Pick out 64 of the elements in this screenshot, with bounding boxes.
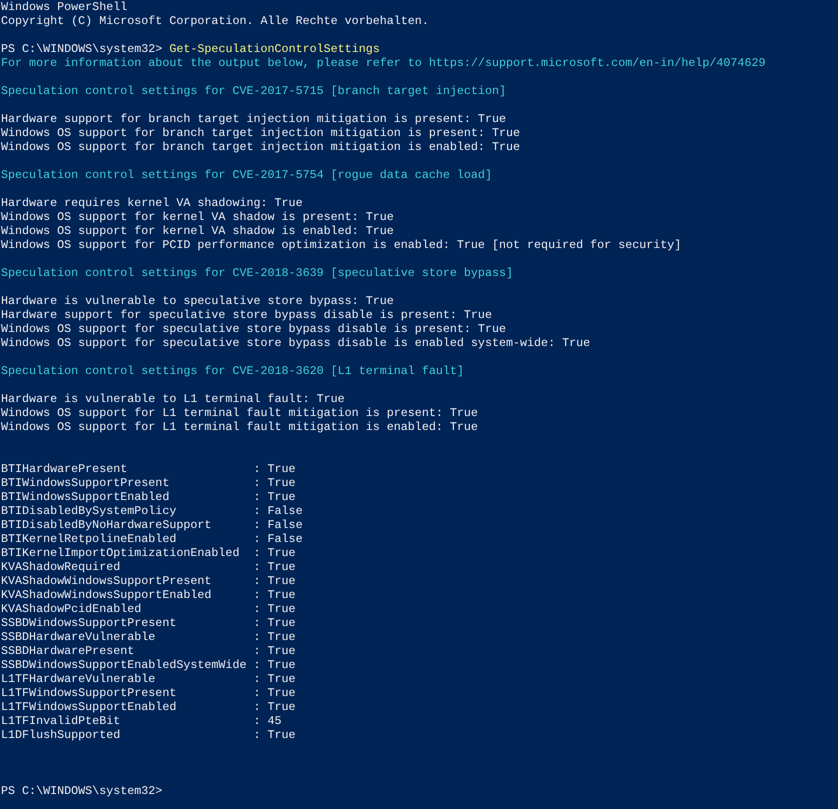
console-output-line: Windows PowerShell [1,0,128,14]
console-output-line: Hardware support for speculative store bypass disable is present: True [1,308,492,322]
command-text: Get-SpeculationControlSettings [169,42,380,56]
property-value: : True [253,490,296,504]
property-name: L1TFWindowsSupportEnabled [1,700,178,714]
console-output-line: Windows OS support for PCID performance optimization is enabled: True [not required for security] [1,238,682,252]
console-info-line: Speculation control settings for CVE-2017-5754 [rogue data cache load] [1,168,492,182]
property-value: : True [253,686,296,700]
console-output-line: Windows OS support for speculative store bypass disable is present: True [1,322,506,336]
console-output-line: Windows OS support for branch target injection mitigation is enabled: True [1,140,520,154]
property-name: L1TFWindowsSupportPresent [1,686,178,700]
property-name: BTIKernelImportOptimizationEnabled [1,546,240,560]
property-name: L1DFlushSupported [1,728,122,742]
property-value: : True [253,476,296,490]
property-name: KVAShadowWindowsSupportEnabled [1,588,212,602]
property-name: L1TFHardwareVulnerable [1,672,156,686]
property-name: SSBDHardwareVulnerable [1,630,156,644]
property-value: : True [253,658,296,672]
property-value: : False [253,504,303,518]
property-value: : True [253,728,296,742]
property-value: : True [253,462,296,476]
console-info-line: Speculation control settings for CVE-2017-5715 [branch target injection] [1,84,506,98]
property-value: : True [253,616,296,630]
shell-prompt[interactable]: PS C:\WINDOWS\system32> [1,784,162,798]
console-output-line: Hardware is vulnerable to speculative store bypass: True [1,294,394,308]
property-name: BTIKernelRetpolineEnabled [1,532,178,546]
property-value: : True [253,602,296,616]
property-name: SSBDHardwarePresent [1,644,136,658]
shell-prompt: PS C:\WINDOWS\system32> [1,42,162,56]
property-name: L1TFInvalidPteBit [1,714,122,728]
property-name: BTIHardwarePresent [1,462,128,476]
property-value: : True [253,700,296,714]
property-name: BTIDisabledByNoHardwareSupport [1,518,212,532]
property-name: BTIWindowsSupportEnabled [1,490,170,504]
console-output-line: Windows OS support for speculative store bypass disable is enabled system-wide: True [1,336,590,350]
property-value: : True [253,546,296,560]
property-name: KVAShadowWindowsSupportPresent [1,574,212,588]
property-name: KVAShadowRequired [1,560,122,574]
console-output-line: Hardware requires kernel VA shadowing: True [1,196,303,210]
console-output-line: Copyright (C) Microsoft Corporation. Alle Rechte vorbehalten. [1,14,429,28]
property-value: : True [253,560,296,574]
console-output-line: Windows OS support for kernel VA shadow is present: True [1,210,394,224]
console-output-line: Windows OS support for kernel VA shadow is enabled: True [1,224,394,238]
console-output-line: Hardware support for branch target injection mitigation is present: True [1,112,506,126]
console-output-line: Windows OS support for branch target injection mitigation is present: True [1,126,520,140]
console-info-line: For more information about the output below, please refer to https://support.microsoft.com/en-in/help/4074629 [1,56,766,70]
property-value: : True [253,644,296,658]
console-info-line: Speculation control settings for CVE-2018-3620 [L1 terminal fault] [1,364,464,378]
console-output-line: Windows OS support for L1 terminal fault mitigation is present: True [1,406,478,420]
property-value: : True [253,574,296,588]
property-name: BTIDisabledBySystemPolicy [1,504,178,518]
property-name: KVAShadowPcidEnabled [1,602,142,616]
property-name: SSBDWindowsSupportEnabledSystemWide [1,658,248,672]
property-value: : False [253,532,303,546]
property-value: : True [253,588,296,602]
console-output-line: Windows OS support for L1 terminal fault mitigation is enabled: True [1,420,478,434]
property-value: : True [253,672,296,686]
property-value: : True [253,630,296,644]
property-name: BTIWindowsSupportPresent [1,476,170,490]
property-value: : False [253,518,303,532]
console-output-line: Hardware is vulnerable to L1 terminal fault: True [1,392,345,406]
console-info-line: Speculation control settings for CVE-2018-3639 [speculative store bypass] [1,266,513,280]
property-value: : 45 [253,714,282,728]
property-name: SSBDWindowsSupportPresent [1,616,178,630]
